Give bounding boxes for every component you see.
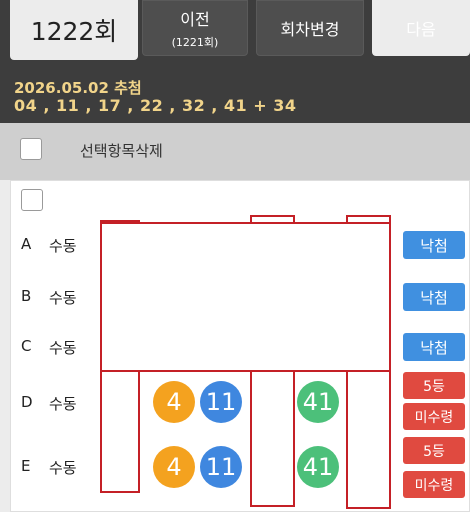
draw-date: 2026.05.02 추첨 — [14, 79, 142, 97]
lotto-ball: 11 — [200, 381, 242, 423]
change-round-label: 회차변경 — [280, 20, 340, 39]
row-mode: 수동 — [49, 289, 77, 307]
lotto-ball: 41 — [297, 381, 339, 423]
lotto-ball: 4 — [153, 381, 195, 423]
select-all-checkbox[interactable] — [20, 138, 42, 160]
round-title: 1222회 — [10, 0, 138, 60]
row-letter: D — [21, 393, 33, 411]
toolbar: 선택항목삭제 — [0, 123, 470, 180]
result-button[interactable]: 낙첨 — [403, 333, 465, 361]
row-mode: 수동 — [49, 459, 77, 477]
draw-info: 2026.05.02 추첨 04 , 11 , 17 , 22 , 32 , 4… — [14, 79, 297, 115]
row-letter: B — [21, 287, 32, 305]
next-round-label: 다음 — [406, 20, 436, 39]
change-round-button[interactable]: 회차변경 — [256, 0, 364, 56]
ticket-checkbox[interactable] — [21, 189, 43, 211]
header: 1222회 이전 (1221회) 회차변경 다음 2026.05.02 추첨 0… — [0, 0, 470, 123]
next-round-button[interactable]: 다음 — [372, 0, 470, 56]
draw-numbers: 04 , 11 , 17 , 22 , 32 , 41 + 34 — [14, 96, 297, 115]
delete-selected-label[interactable]: 선택항목삭제 — [80, 140, 163, 161]
claim-button[interactable]: 미수령 — [403, 403, 465, 430]
rank-badge: 5등 — [403, 372, 465, 399]
rank-badge: 5등 — [403, 437, 465, 464]
claim-button[interactable]: 미수령 — [403, 471, 465, 498]
redaction-box — [100, 222, 391, 372]
row-letter: E — [21, 457, 31, 475]
row-letter: C — [21, 337, 32, 355]
lotto-ball: 41 — [297, 446, 339, 488]
lotto-ball: 11 — [200, 446, 242, 488]
row-mode: 수동 — [49, 395, 77, 413]
result-button[interactable]: 낙첨 — [403, 283, 465, 311]
prev-round-label: 이전 — [180, 10, 210, 29]
row-mode: 수동 — [49, 339, 77, 357]
result-button[interactable]: 낙첨 — [403, 231, 465, 259]
prev-round-button[interactable]: 이전 (1221회) — [142, 0, 248, 56]
prev-round-sub: (1221회) — [171, 36, 219, 49]
row-mode: 수동 — [49, 237, 77, 255]
row-letter: A — [21, 235, 32, 253]
lotto-ball: 4 — [153, 446, 195, 488]
